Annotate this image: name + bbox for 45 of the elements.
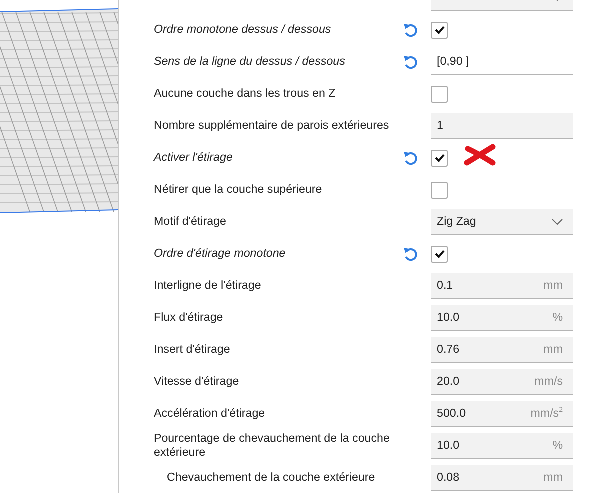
setting-label: Sens de la ligne du dessus / dessous (154, 55, 346, 69)
checkbox[interactable] (431, 86, 448, 102)
setting-label: Pourcentage de chevauchement de la couche extérieure (154, 432, 391, 460)
setting-label: Nombre supplémentaire de parois extérieures (154, 119, 390, 133)
setting-label: Aucune couche dans les trous en Z (154, 87, 337, 101)
setting-label: Interligne de l'étirage (154, 279, 262, 293)
checkbox[interactable] (431, 150, 448, 166)
dropdown[interactable]: Zig Zag (431, 209, 573, 235)
input-field[interactable]: 20.0 mm/s (431, 369, 573, 395)
chevron-down-icon (552, 218, 563, 224)
unit-label: mm (544, 343, 563, 356)
undo-icon[interactable] (402, 246, 418, 262)
checkmark-icon (434, 26, 444, 34)
checkbox[interactable] (431, 22, 448, 38)
setting-label: Ordre monotone dessus / dessous (154, 23, 332, 37)
unit-label: mm (544, 471, 563, 484)
unit-label: mm/s$^{2}$ (530, 407, 563, 420)
setting-label: Insert d'étirage (154, 343, 232, 357)
setting-label: Vitesse d'étirage (154, 375, 240, 389)
setting-label: Ordre d'étirage monotone (154, 247, 287, 261)
setting-label: Chevauchement de la couche extérieure (166, 471, 376, 485)
input-field[interactable]: 0.76 mm (431, 337, 573, 363)
checkbox[interactable] (431, 246, 448, 262)
input-field[interactable]: 0.1 mm (431, 273, 573, 299)
unit-label: % (552, 439, 563, 452)
checkmark-icon (434, 154, 444, 162)
input-field[interactable]: 0.08 mm (431, 465, 573, 491)
unit-label: mm/s (534, 375, 563, 388)
checkmark-icon (434, 250, 444, 258)
setting-label: Flux d'étirage (154, 311, 224, 325)
setting-label: Accélération d'étirage (154, 407, 266, 421)
input-field[interactable]: 10.0 % (431, 305, 573, 331)
undo-icon[interactable] (402, 22, 418, 38)
undo-icon[interactable] (402, 150, 418, 166)
setting-label: Motif d'étirage (154, 215, 228, 229)
input-field[interactable]: [0,90 ] (431, 49, 573, 75)
setting-label: Activer l'étirage (154, 151, 234, 165)
input-field[interactable]: 1 (431, 113, 573, 139)
setting-label: Nétirer que la couche supérieure (154, 183, 324, 197)
input-field[interactable]: 10.0 % (431, 433, 573, 459)
checkbox[interactable] (431, 182, 448, 198)
input-field[interactable]: 500.0 mm/s$^{2}$ (431, 401, 573, 427)
undo-icon[interactable] (402, 54, 418, 70)
unit-label: mm (544, 279, 563, 292)
unit-label: % (552, 311, 563, 324)
